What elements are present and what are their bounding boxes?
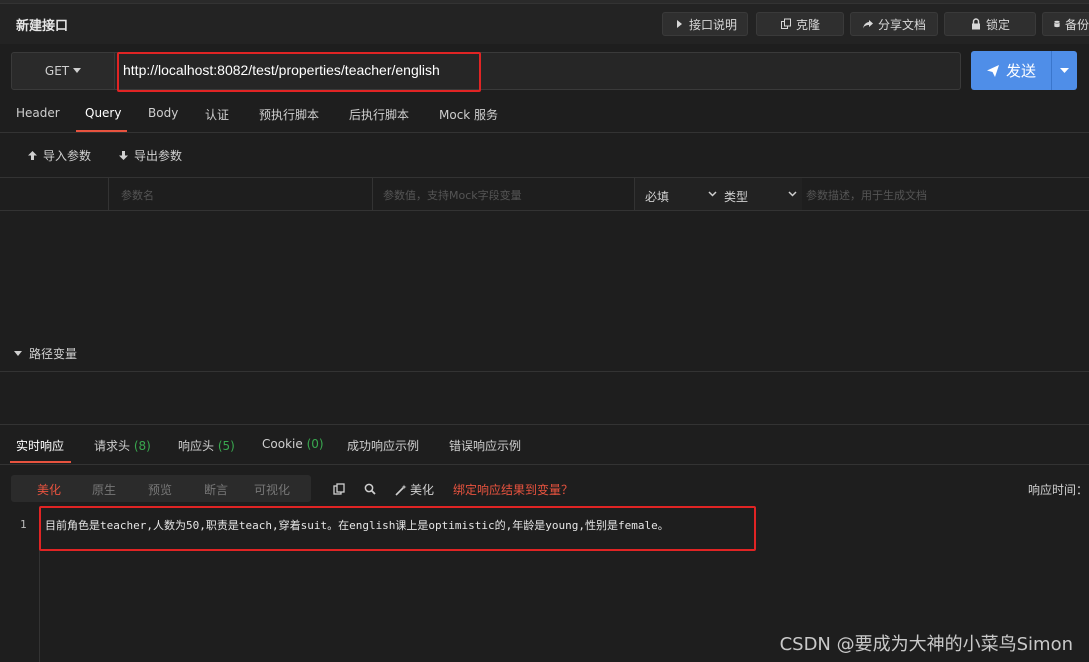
export-params-label: 导出参数	[134, 149, 183, 163]
param-name-placeholder: 参数名	[121, 189, 154, 202]
chevron-down-icon	[788, 191, 797, 197]
line-number: 1	[20, 518, 27, 531]
tab-post-script[interactable]: 后执行脚本	[349, 106, 409, 123]
copy-icon[interactable]	[333, 483, 345, 495]
tab-query[interactable]: Query	[85, 106, 121, 120]
response-headers-label: 响应头	[178, 439, 215, 453]
share-doc-button[interactable]: 分享文档	[850, 12, 938, 36]
path-vars-toggle[interactable]: 路径变量	[14, 345, 77, 362]
caret-right-icon	[676, 20, 682, 28]
caret-down-icon	[1060, 67, 1069, 73]
api-doc-button[interactable]: 接口说明	[662, 12, 748, 36]
view-beautify[interactable]: 美化	[37, 481, 61, 498]
param-value-input[interactable]: 参数值，支持Mock字段变量	[372, 177, 634, 211]
line-gutter	[0, 508, 40, 662]
cookie-count: (0)	[306, 437, 324, 451]
response-tabs	[0, 424, 1089, 465]
param-value-placeholder: 参数值，支持Mock字段变量	[383, 189, 522, 202]
tab-header[interactable]: Header	[16, 106, 60, 120]
required-select[interactable]: 必填	[634, 178, 722, 210]
caret-down-icon	[73, 68, 82, 73]
send-button[interactable]: 发送	[971, 51, 1051, 90]
tab-response-headers[interactable]: 响应头 (5)	[178, 437, 235, 454]
beautify-label: 美化	[410, 483, 435, 497]
tab-query-underline	[76, 130, 127, 132]
share-icon	[862, 20, 873, 29]
method-value: GET	[44, 64, 70, 78]
beautify-button[interactable]: 美化	[395, 481, 434, 498]
view-assert[interactable]: 断言	[204, 481, 228, 498]
tab-request-headers[interactable]: 请求头 (8)	[94, 437, 151, 454]
tab-live-response[interactable]: 实时响应	[16, 437, 64, 454]
import-params-button[interactable]: 导入参数	[27, 147, 91, 164]
arrow-down-icon	[119, 151, 128, 160]
type-select-value: 类型	[724, 190, 749, 204]
tab-mock-service[interactable]: Mock 服务	[439, 106, 498, 123]
backup-label: 备份	[1064, 17, 1089, 32]
api-doc-label: 接口说明	[688, 17, 737, 32]
page-title: 新建接口	[16, 19, 69, 34]
import-params-label: 导入参数	[43, 149, 92, 163]
response-highlight-box	[39, 506, 756, 551]
watermark: CSDN @要成为大神的小菜鸟Simon	[779, 634, 1073, 655]
magic-wand-icon	[395, 484, 407, 496]
tab-pre-script[interactable]: 预执行脚本	[259, 106, 319, 123]
backup-button[interactable]: 备份	[1042, 12, 1089, 36]
bind-response-link[interactable]: 绑定响应结果到变量？	[453, 481, 573, 498]
response-time-label: 响应时间：	[1028, 483, 1089, 497]
send-label: 发送	[1005, 62, 1036, 80]
tab-error-example[interactable]: 错误响应示例	[449, 437, 521, 454]
lock-icon	[971, 18, 980, 30]
lock-label: 锁定	[985, 17, 1010, 32]
clone-button[interactable]: 克隆	[756, 12, 844, 36]
param-desc-placeholder: 参数描述，用于生成文档	[806, 189, 927, 202]
method-select[interactable]: GET	[11, 52, 115, 90]
param-desc-input[interactable]: 参数描述，用于生成文档	[802, 177, 1089, 211]
view-visualize[interactable]: 可视化	[254, 481, 290, 498]
required-select-value: 必填	[645, 190, 670, 204]
send-dropdown-button[interactable]	[1051, 51, 1077, 90]
share-doc-label: 分享文档	[877, 17, 926, 32]
view-preview[interactable]: 预览	[148, 481, 172, 498]
cookie-label: Cookie	[262, 437, 303, 451]
tab-cookie[interactable]: Cookie (0)	[262, 437, 324, 451]
chevron-down-icon	[708, 191, 717, 197]
copy-icon	[780, 18, 791, 29]
view-raw[interactable]: 原生	[92, 481, 116, 498]
path-vars-label: 路径变量	[29, 347, 78, 361]
database-icon	[1054, 20, 1060, 28]
tab-success-example[interactable]: 成功响应示例	[347, 437, 419, 454]
lock-button[interactable]: 锁定	[944, 12, 1036, 36]
tab-body[interactable]: Body	[148, 106, 178, 120]
clone-label: 克隆	[795, 17, 820, 32]
tab-live-response-underline	[10, 461, 71, 463]
request-headers-label: 请求头	[94, 439, 131, 453]
response-headers-count: (5)	[217, 439, 235, 453]
request-headers-count: (8)	[133, 439, 151, 453]
param-name-input[interactable]: 参数名	[108, 177, 372, 211]
search-icon[interactable]	[364, 483, 376, 495]
send-icon	[986, 64, 999, 77]
path-vars-section	[0, 340, 1089, 372]
tab-auth[interactable]: 认证	[205, 106, 229, 123]
type-select[interactable]: 类型	[722, 178, 802, 210]
caret-down-icon	[14, 350, 22, 356]
export-params-button[interactable]: 导出参数	[118, 147, 182, 164]
url-highlight-box	[117, 52, 481, 92]
arrow-up-icon	[28, 151, 37, 160]
